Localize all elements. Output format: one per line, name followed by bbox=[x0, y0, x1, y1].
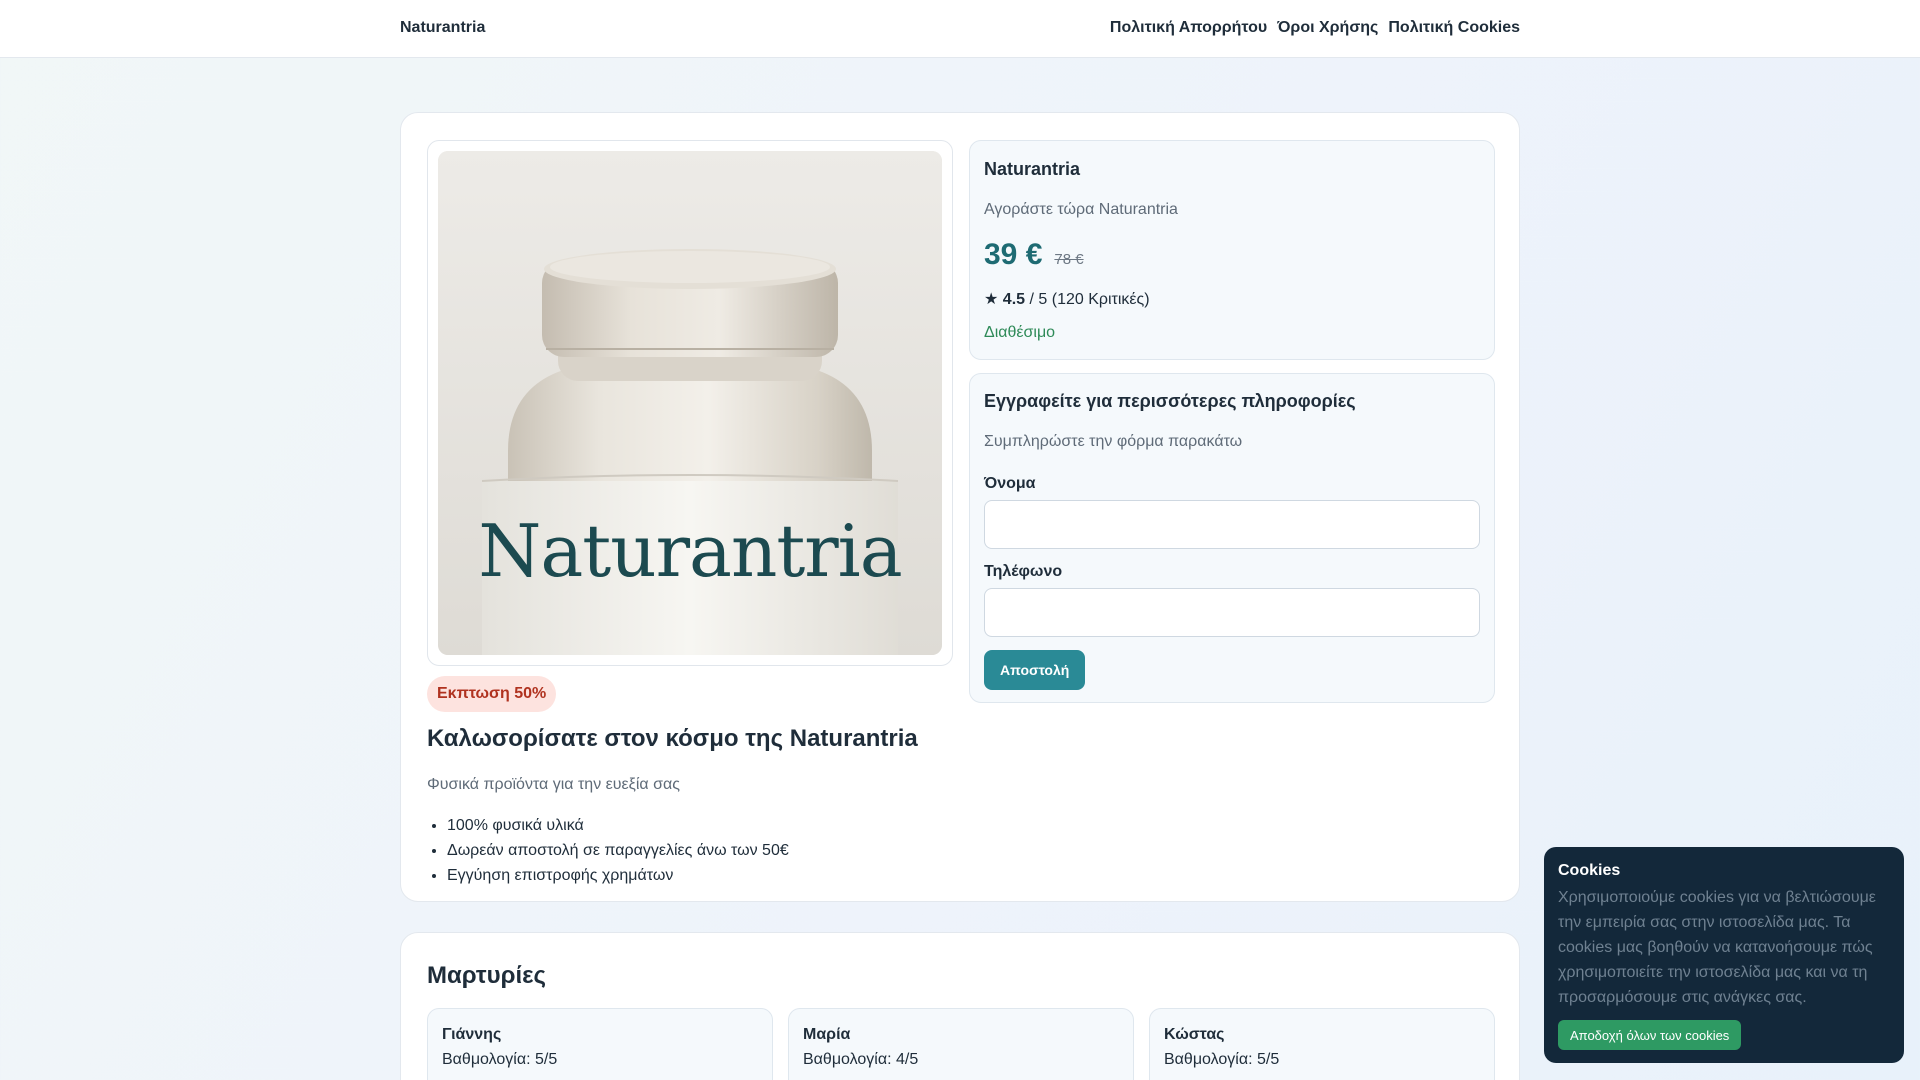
availability-status: Διαθέσιμο bbox=[984, 324, 1056, 341]
testimonial-author: Κώστας bbox=[1164, 1026, 1225, 1043]
discount-badge: Εκπτωση 50% bbox=[427, 676, 557, 712]
submit-button[interactable]: Αποστολή bbox=[984, 650, 1086, 690]
testimonial-card: Γιάννης Βαθμολογία: 5/5 bbox=[427, 1008, 773, 1080]
testimonial-rating: Βαθμολογία: 5/5 bbox=[1164, 1051, 1280, 1068]
form-title: Εγγραφείτε για περισσότερες πληροφορίες bbox=[984, 391, 1356, 411]
product-name: Naturantria bbox=[984, 159, 1081, 179]
feature-item: 100% φυσικά υλικά bbox=[447, 813, 789, 838]
testimonial-author: Γιάννης bbox=[442, 1026, 502, 1043]
feature-item: Δωρεάν αποστολή σε παραγγελίες άνω των 5… bbox=[447, 838, 789, 863]
rating-value: 4.5 bbox=[1002, 291, 1026, 308]
product-image-frame: Naturantria bbox=[427, 140, 953, 666]
rating-summary: ★ 4.5 / 5 (120 Κριτικές) bbox=[984, 290, 1150, 310]
product-label-text: Naturantria bbox=[478, 509, 901, 593]
feature-item: Εγγύηση επιστροφής χρημάτων bbox=[447, 863, 789, 888]
star-icon: ★ bbox=[984, 291, 999, 308]
nav-link-terms-of-use[interactable]: Όροι Χρήσης bbox=[1277, 19, 1378, 37]
cookie-consent-banner: Cookies Χρησιμοποιούμε cookies για να βε… bbox=[1544, 847, 1904, 1063]
product-card: Naturantria Εκπτωση 50% Καλωσορίσατε στο… bbox=[400, 112, 1520, 902]
top-navigation-bar: Naturantria Πολιτική Απορρήτου Όροι Χρήσ… bbox=[0, 0, 1920, 58]
footer-links-nav: Πολιτική Απορρήτου Όροι Χρήσης Πολιτική … bbox=[1110, 19, 1520, 37]
phone-field-label: Τηλέφωνο bbox=[984, 563, 1063, 580]
name-field-label: Όνομα bbox=[984, 475, 1036, 492]
testimonial-rating: Βαθμολογία: 5/5 bbox=[442, 1051, 558, 1068]
testimonial-author: Μαρία bbox=[803, 1026, 851, 1043]
current-price: 39 € bbox=[984, 238, 1043, 271]
cookie-banner-title: Cookies bbox=[1558, 862, 1621, 879]
nav-link-privacy-policy[interactable]: Πολιτική Απορρήτου bbox=[1110, 19, 1267, 37]
nav-link-cookie-policy[interactable]: Πολιτική Cookies bbox=[1388, 19, 1520, 37]
brand-logo-text[interactable]: Naturantria bbox=[400, 19, 485, 37]
form-subtitle: Συμπληρώστε την φόρμα παρακάτω bbox=[984, 433, 1243, 450]
signup-form: Εγγραφείτε για περισσότερες πληροφορίες … bbox=[969, 373, 1495, 703]
name-input[interactable] bbox=[984, 500, 1480, 549]
old-price: 78 € bbox=[1054, 251, 1084, 268]
cookie-banner-text: Χρησιμοποιούμε cookies για να βελτιώσουμ… bbox=[1558, 889, 1876, 1006]
testimonials-section: Μαρτυρίες Γιάννης Βαθμολογία: 5/5 Μαρία … bbox=[400, 932, 1520, 1080]
price-row: 39 € 78 € bbox=[984, 237, 1084, 273]
testimonial-card: Κώστας Βαθμολογία: 5/5 bbox=[1149, 1008, 1495, 1080]
testimonial-rating: Βαθμολογία: 4/5 bbox=[803, 1051, 919, 1068]
phone-input[interactable] bbox=[984, 588, 1480, 637]
product-image: Naturantria bbox=[438, 151, 942, 655]
product-tagline: Αγοράστε τώρα Naturantria bbox=[984, 201, 1178, 218]
hero-subtitle: Φυσικά προϊόντα για την ευεξία σας bbox=[427, 776, 680, 793]
product-info-panel: Naturantria Αγοράστε τώρα Naturantria 39… bbox=[969, 140, 1495, 360]
hero-title: Καλωσορίσατε στον κόσμο της Naturantria bbox=[427, 725, 918, 752]
product-jar-illustration: Naturantria bbox=[438, 151, 942, 655]
feature-list: 100% φυσικά υλικά Δωρεάν αποστολή σε παρ… bbox=[447, 813, 789, 888]
accept-all-cookies-button[interactable]: Αποδοχή όλων των cookies bbox=[1558, 1020, 1742, 1050]
testimonials-title: Μαρτυρίες bbox=[427, 962, 546, 989]
testimonial-card: Μαρία Βαθμολογία: 4/5 bbox=[788, 1008, 1134, 1080]
rating-count: / 5 (120 Κριτικές) bbox=[1029, 291, 1150, 308]
